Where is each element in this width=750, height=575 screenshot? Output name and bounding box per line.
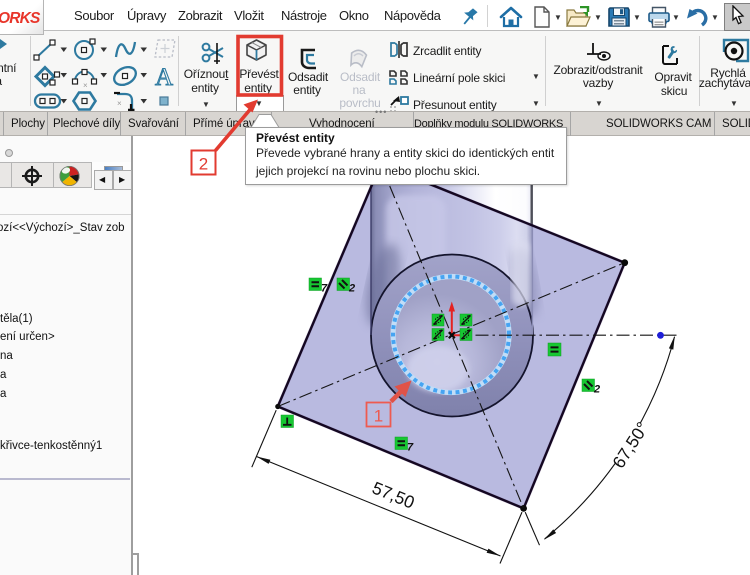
svg-text:2: 2 bbox=[199, 155, 208, 174]
svg-text:1: 1 bbox=[374, 407, 383, 426]
